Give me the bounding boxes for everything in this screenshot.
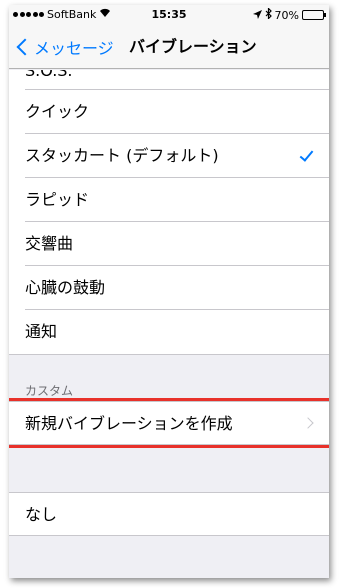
pattern-label: クイック [25, 102, 90, 121]
location-arrow-icon [252, 9, 262, 22]
checkmark-icon [299, 147, 314, 162]
chevron-right-icon [302, 417, 314, 429]
create-vibration-label: 新規バイブレーションを作成 [25, 414, 233, 433]
pattern-row-symphony[interactable]: 交響曲 [9, 222, 329, 266]
pattern-row-staccato[interactable]: スタッカート (デフォルト) [9, 134, 329, 178]
navigation-bar: メッセージ バイブレーション [9, 25, 329, 69]
screenshot-frame: SoftBank 15:35 70% メッセージ バイブレーション S.O.S.… [9, 5, 329, 578]
pattern-row-alert[interactable]: 通知 [9, 310, 329, 354]
battery-icon [302, 10, 326, 20]
create-vibration-row[interactable]: 新規バイブレーションを作成 [9, 398, 329, 448]
pattern-row-sos[interactable]: S.O.S. [9, 70, 329, 90]
back-button[interactable]: メッセージ [15, 25, 114, 69]
none-row[interactable]: なし [9, 492, 329, 536]
pattern-label: 心臓の鼓動 [25, 278, 106, 297]
chevron-left-icon [16, 38, 34, 56]
pattern-list: S.O.S. クイック スタッカート (デフォルト) ラピッド 交響曲 心臓の鼓… [9, 70, 329, 355]
pattern-label: 交響曲 [25, 234, 74, 253]
pattern-label: スタッカート (デフォルト) [25, 146, 219, 165]
pattern-label: S.O.S. [25, 70, 73, 80]
status-bar: SoftBank 15:35 70% [9, 5, 329, 25]
settings-list: S.O.S. クイック スタッカート (デフォルト) ラピッド 交響曲 心臓の鼓… [9, 70, 329, 536]
pattern-label: ラピッド [25, 190, 90, 209]
custom-section-header: カスタム [25, 384, 74, 398]
pattern-row-quick[interactable]: クイック [9, 90, 329, 134]
page-title: バイブレーション [129, 37, 257, 56]
pattern-label: 通知 [25, 322, 58, 341]
bluetooth-icon [265, 7, 272, 22]
pattern-row-heartbeat[interactable]: 心臓の鼓動 [9, 266, 329, 310]
pattern-row-rapid[interactable]: ラピッド [9, 178, 329, 222]
back-button-label: メッセージ [34, 39, 114, 58]
battery-percent: 70% [274, 8, 299, 22]
none-label: なし [25, 505, 58, 524]
status-right: 70% [252, 7, 326, 22]
